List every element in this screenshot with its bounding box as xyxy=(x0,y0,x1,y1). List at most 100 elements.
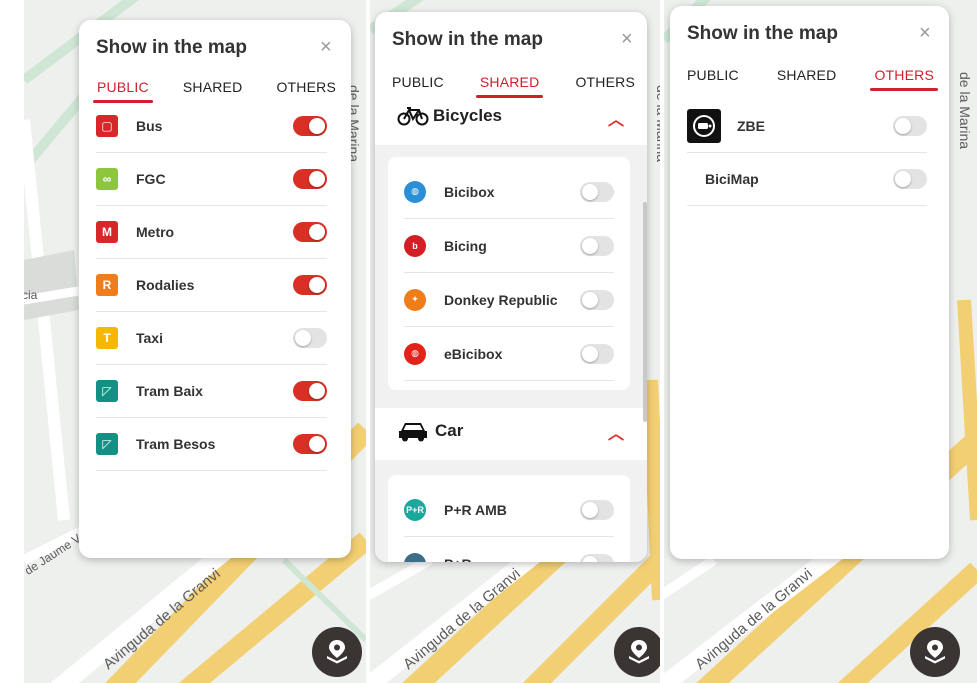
tab-public[interactable]: PUBLIC xyxy=(687,67,739,83)
item-label: Metro xyxy=(136,224,175,240)
item-label: P+R xyxy=(444,556,580,563)
layers-button[interactable] xyxy=(614,627,660,677)
close-icon[interactable]: × xyxy=(621,29,633,49)
tab-others[interactable]: OTHERS xyxy=(575,74,635,90)
toggle-switch[interactable] xyxy=(293,328,327,348)
panel-title: Show in the map xyxy=(392,29,543,50)
list-item[interactable]: BiciMap xyxy=(687,153,927,206)
filter-panel: Show in the map × PUBLIC SHARED OTHERS B… xyxy=(375,12,647,562)
panel-title: Show in the map xyxy=(96,37,247,58)
toggle-knob xyxy=(309,383,325,399)
metro-icon: M xyxy=(96,221,118,243)
toggle-knob xyxy=(309,171,325,187)
section-header-bicycles[interactable]: Bicycles xyxy=(397,106,502,126)
tram-icon: ◸ xyxy=(96,380,118,402)
scrollbar[interactable] xyxy=(643,202,647,422)
layers-icon xyxy=(925,640,945,664)
toggle-switch[interactable] xyxy=(293,275,327,295)
item-label: Donkey Republic xyxy=(444,291,558,308)
filter-panel: Show in the map × PUBLIC SHARED OTHERS Z… xyxy=(670,6,949,559)
item-label: FGC xyxy=(136,171,166,187)
tab-others[interactable]: OTHERS xyxy=(276,79,336,95)
toggle-switch[interactable] xyxy=(580,181,614,202)
list-item[interactable]: P+R P+R AMB xyxy=(404,483,614,537)
tab-shared[interactable]: SHARED xyxy=(183,79,243,95)
list-item[interactable]: b Bicing xyxy=(404,219,614,273)
list-item[interactable]: ✦ Donkey Republic xyxy=(404,273,614,327)
bicibox-icon: ◍ xyxy=(404,180,426,203)
item-label: Tram Baix xyxy=(136,383,203,399)
toggle-switch[interactable] xyxy=(293,434,327,454)
list-item[interactable]: ◸ Tram Besos xyxy=(96,418,327,471)
list-item[interactable]: ◸ Tram Baix xyxy=(96,365,327,418)
layers-button[interactable] xyxy=(312,627,362,677)
item-label: Bus xyxy=(136,118,163,134)
item-label: P+R AMB xyxy=(444,501,507,518)
zbe-toggle[interactable] xyxy=(893,116,927,136)
toggle-switch[interactable] xyxy=(580,499,614,520)
map-screen-public: Avinguda de la Granvi de Jaume V cia de … xyxy=(24,0,366,683)
list-item[interactable]: ◍ Bicibox xyxy=(404,165,614,219)
bicycles-card: ◍ Bicibox b Bicing ✦ Donkey Republic ◍ eBicibox xyxy=(388,157,630,390)
toggle-knob xyxy=(309,436,325,452)
bus-icon: ▢ xyxy=(96,115,118,137)
toggle-knob xyxy=(582,501,598,518)
bicimap-toggle[interactable] xyxy=(893,169,927,189)
car-card: P+R P+R AMB P+R xyxy=(388,475,630,562)
tab-others[interactable]: OTHERS xyxy=(870,67,938,91)
toggle-switch[interactable] xyxy=(293,381,327,401)
tab-shared[interactable]: SHARED xyxy=(777,67,837,83)
donkey-icon: ✦ xyxy=(404,288,426,311)
tab-bar: PUBLIC SHARED OTHERS xyxy=(93,79,336,103)
toggle-switch[interactable] xyxy=(293,222,327,242)
list-item[interactable]: ZBE xyxy=(687,100,927,153)
item-label: Taxi xyxy=(136,330,163,346)
layers-icon xyxy=(629,640,649,664)
item-label: Rodalies xyxy=(136,277,195,293)
toggle-knob xyxy=(295,330,311,346)
tab-public[interactable]: PUBLIC xyxy=(93,79,153,103)
toggle-switch[interactable] xyxy=(580,235,614,256)
tab-public[interactable]: PUBLIC xyxy=(392,74,444,90)
item-label: ZBE xyxy=(737,118,765,134)
park-ride-icon: P+R xyxy=(404,498,426,521)
close-icon[interactable]: × xyxy=(320,37,332,57)
list-item[interactable]: T Taxi xyxy=(96,312,327,365)
toggle-knob xyxy=(309,224,325,240)
car-icon xyxy=(399,423,427,442)
list-item[interactable]: R Rodalies xyxy=(96,259,327,312)
toggle-knob xyxy=(582,237,598,254)
street-label: de la Marina xyxy=(654,85,660,163)
map-screen-others: Avinguda de la Granvi de la Marina Show … xyxy=(664,0,977,683)
list-item[interactable]: ◍ eBicibox xyxy=(404,327,614,381)
section-header-car[interactable]: Car xyxy=(397,420,463,442)
section-title: Bicycles xyxy=(433,106,502,125)
list-item[interactable]: ▢ Bus xyxy=(96,100,327,153)
toggle-switch[interactable] xyxy=(293,169,327,189)
zbe-icon xyxy=(687,109,721,143)
filter-panel: Show in the map × PUBLIC SHARED OTHERS ▢… xyxy=(79,20,351,558)
fgc-icon: ∞ xyxy=(96,168,118,190)
street-label: cia xyxy=(24,288,38,302)
item-label: eBicibox xyxy=(444,345,503,362)
list-item[interactable]: P+R xyxy=(404,537,614,562)
toggle-switch[interactable] xyxy=(580,343,614,364)
layers-button[interactable] xyxy=(910,627,960,677)
close-icon[interactable]: × xyxy=(919,23,931,43)
toggle-switch[interactable] xyxy=(293,116,327,136)
toggle-switch[interactable] xyxy=(580,289,614,310)
item-label: Bicibox xyxy=(444,183,495,200)
toggle-knob xyxy=(309,277,325,293)
bicing-icon: b xyxy=(404,234,426,257)
toggle-switch[interactable] xyxy=(580,553,614,562)
map-screen-shared: Avinguda de la Granvi de la Marina Show … xyxy=(370,0,660,683)
toggle-knob xyxy=(582,291,598,308)
list-item[interactable]: ∞ FGC xyxy=(96,153,327,206)
tab-shared[interactable]: SHARED xyxy=(475,74,543,98)
toggle-knob xyxy=(582,183,598,200)
chevron-up-icon[interactable]: ︿ xyxy=(608,106,624,130)
tram-icon: ◸ xyxy=(96,433,118,455)
chevron-up-icon[interactable]: ︿ xyxy=(608,420,624,444)
toggle-knob xyxy=(582,555,598,562)
list-item[interactable]: M Metro xyxy=(96,206,327,259)
